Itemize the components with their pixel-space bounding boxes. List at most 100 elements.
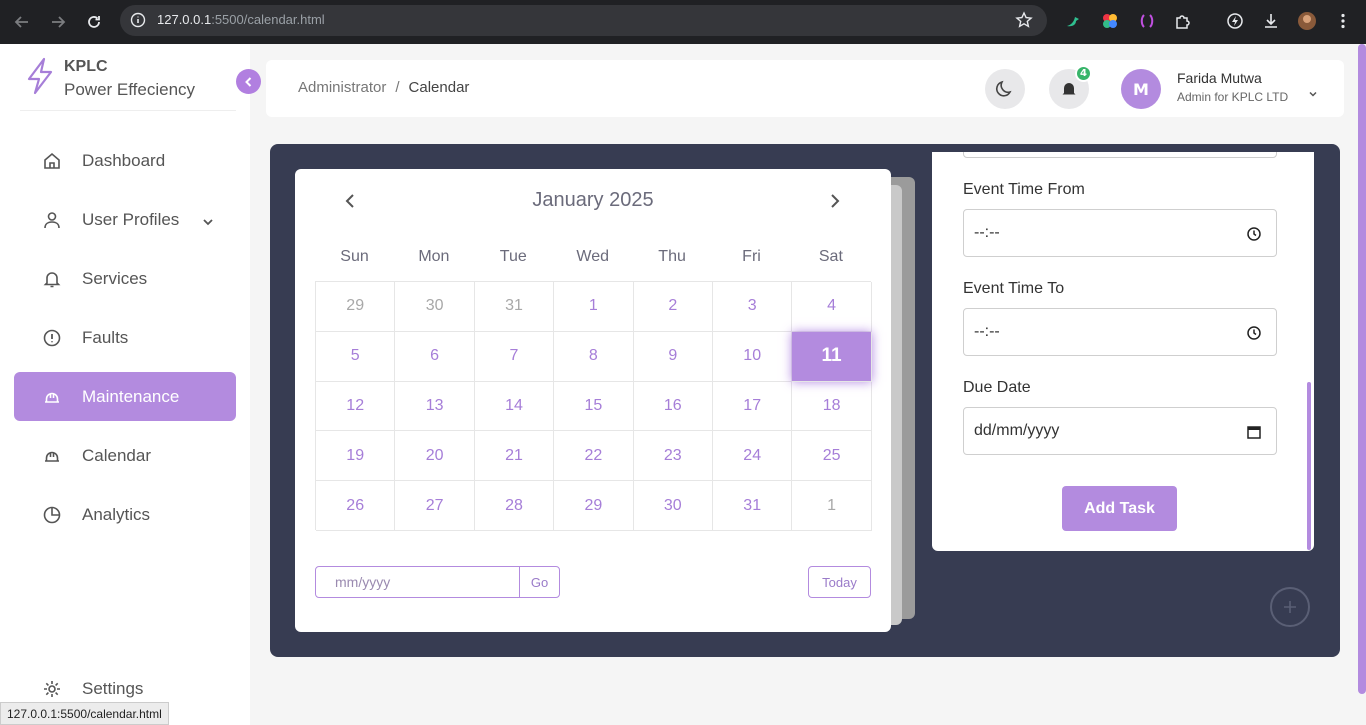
page-scrollbar[interactable] [1358, 44, 1366, 694]
bell-icon [42, 269, 62, 293]
calendar-day[interactable]: 3 [713, 282, 793, 332]
calendar-day[interactable]: 24 [713, 431, 793, 482]
calendar-day[interactable]: 23 [633, 431, 713, 482]
add-event-button[interactable] [1270, 587, 1310, 627]
extension-brackets-icon[interactable] [1137, 11, 1157, 31]
calendar-day[interactable]: 21 [474, 431, 555, 482]
gear-icon [42, 679, 62, 703]
sidebar-item-faults[interactable]: Faults [14, 313, 236, 362]
sidebar-item-maintenance[interactable]: Maintenance [14, 372, 236, 421]
clock-icon[interactable] [1246, 226, 1262, 246]
extensions-puzzle-icon[interactable] [1173, 11, 1193, 31]
calendar-day[interactable]: 26 [316, 481, 396, 531]
calendar-day[interactable]: 28 [474, 481, 555, 531]
month-title: January 2025 [532, 189, 654, 211]
calendar-day[interactable]: 5 [316, 331, 396, 382]
forward-icon[interactable] [45, 9, 71, 35]
download-icon[interactable] [1261, 11, 1281, 31]
chevron-down-icon[interactable] [1308, 84, 1318, 103]
back-icon[interactable] [9, 9, 35, 35]
helmet-icon [42, 387, 62, 411]
site-info-icon[interactable] [130, 12, 146, 32]
sidebar-item-label: Analytics [82, 504, 151, 524]
time-to-input[interactable]: --:-- [963, 308, 1277, 356]
time-from-label: Event Time From [963, 181, 1085, 198]
sidebar-item-calendar[interactable]: Calendar [14, 431, 236, 480]
calendar-day[interactable]: 31 [713, 481, 793, 531]
calendar-day[interactable]: 25 [792, 431, 872, 482]
chevron-down-icon[interactable] [202, 213, 214, 232]
form-scrollbar[interactable] [1307, 382, 1311, 550]
calendar-day[interactable]: 13 [395, 381, 475, 432]
lightning-logo-icon [24, 56, 56, 96]
calendar-day-selected[interactable]: 11 [792, 331, 872, 382]
due-date-label: Due Date [963, 379, 1031, 396]
today-button[interactable]: Today [808, 566, 871, 598]
chevron-right-icon [831, 194, 840, 208]
add-task-button[interactable]: Add Task [1062, 486, 1177, 531]
theme-toggle-button[interactable] [985, 69, 1025, 109]
calendar-grid: 29 30 31 1 2 3 4 5 6 7 8 9 10 11 12 13 14 15 16 17 18 19 20 21 2… [315, 281, 872, 531]
calendar-day[interactable]: 17 [713, 381, 793, 432]
go-button[interactable]: Go [519, 566, 560, 598]
calendar-day[interactable]: 18 [792, 381, 872, 432]
weekday-header: Wed [576, 248, 609, 265]
due-date-input[interactable]: dd/mm/yyyy [963, 407, 1277, 455]
next-month-button[interactable] [828, 192, 842, 214]
calendar-icon[interactable] [1246, 424, 1262, 444]
avatar[interactable]: M [1121, 69, 1161, 109]
sidebar-item-user-profiles[interactable]: User Profiles [14, 195, 236, 244]
sidebar: KPLC Power Effeciency Dashboard User Prof… [0, 44, 250, 725]
calendar-day[interactable]: 31 [474, 282, 555, 332]
calendar-day[interactable]: 30 [633, 481, 713, 531]
calendar-day[interactable]: 29 [554, 481, 634, 531]
sidebar-item-label: Calendar [82, 445, 151, 465]
weekday-header: Fri [742, 248, 761, 265]
month-input[interactable]: mm/yyyy [315, 566, 520, 598]
calendar-day[interactable]: 6 [395, 331, 475, 382]
collapse-sidebar-button[interactable] [236, 69, 261, 94]
browser-menu-icon[interactable] [1333, 11, 1353, 31]
bell-icon [1062, 83, 1076, 96]
calendar-day[interactable]: 14 [474, 381, 555, 432]
bookmark-star-icon[interactable] [1015, 11, 1033, 33]
calendar-day[interactable]: 4 [792, 282, 872, 332]
breadcrumb: Administrator / Calendar [298, 79, 470, 96]
calendar-day[interactable]: 1 [554, 282, 634, 332]
weekday-header: Sat [818, 248, 843, 265]
calendar-day[interactable]: 9 [633, 331, 713, 382]
time-from-input[interactable]: --:-- [963, 209, 1277, 257]
calendar-day[interactable]: 29 [316, 282, 396, 332]
sidebar-item-services[interactable]: Services [14, 254, 236, 303]
brand[interactable]: KPLC Power Effeciency [24, 56, 195, 99]
sidebar-item-analytics[interactable]: Analytics [14, 490, 236, 539]
calendar-day[interactable]: 27 [395, 481, 475, 531]
calendar-day[interactable]: 15 [554, 381, 634, 432]
calendar-day[interactable]: 10 [713, 331, 793, 382]
sidebar-item-dashboard[interactable]: Dashboard [14, 136, 236, 185]
calendar-day[interactable]: 1 [792, 481, 872, 531]
brand-subtitle: Power Effeciency [64, 80, 196, 99]
home-icon [42, 151, 62, 175]
calendar-day[interactable]: 20 [395, 431, 475, 482]
sidebar-item-label: Maintenance [82, 386, 180, 406]
clock-icon[interactable] [1246, 325, 1262, 345]
calendar-day[interactable]: 8 [554, 331, 634, 382]
calendar-day[interactable]: 30 [395, 282, 475, 332]
extension-bird-icon[interactable] [1063, 11, 1083, 31]
form-field-partial[interactable] [963, 152, 1277, 158]
alert-circle-icon [42, 328, 62, 352]
calendar-day[interactable]: 22 [554, 431, 634, 482]
address-bar[interactable]: 127.0.0.1:5500/calendar.html [120, 5, 1047, 36]
profile-avatar-icon[interactable] [1297, 11, 1317, 31]
reload-icon[interactable] [81, 9, 107, 35]
calendar-day[interactable]: 19 [316, 431, 396, 482]
sidebar-item-label: User Profiles [82, 209, 180, 229]
breadcrumb-root[interactable]: Administrator [298, 79, 386, 96]
extension-color-icon[interactable] [1100, 11, 1120, 31]
calendar-day[interactable]: 12 [316, 381, 396, 432]
calendar-day[interactable]: 7 [474, 331, 555, 382]
performance-icon[interactable] [1225, 11, 1245, 31]
calendar-day[interactable]: 16 [633, 381, 713, 432]
calendar-day[interactable]: 2 [633, 282, 713, 332]
